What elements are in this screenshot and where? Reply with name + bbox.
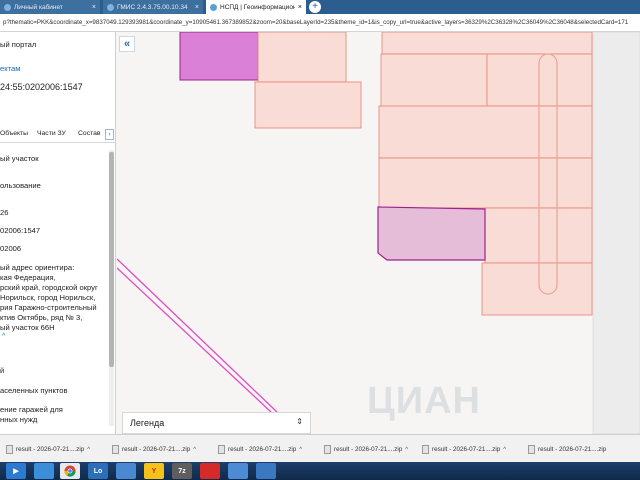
object-type-value: ый участок bbox=[0, 154, 39, 163]
tab-label: НСПД | Геоинформационный bbox=[220, 3, 295, 11]
yandex-browser-icon[interactable]: Y bbox=[144, 463, 164, 479]
chevron-up-icon[interactable]: ^ bbox=[87, 447, 90, 453]
zip-file-icon bbox=[422, 445, 429, 454]
collapse-address-chevron-icon[interactable]: ^ bbox=[2, 333, 5, 340]
map-parcel bbox=[481, 262, 593, 316]
download-filename: result - 2026-07-21....zip bbox=[122, 446, 191, 453]
tabs-scroll-right-button[interactable]: › bbox=[105, 129, 114, 140]
selected-parcel bbox=[377, 206, 486, 261]
map-parcel bbox=[378, 157, 593, 209]
download-filename: result - 2026-07-21....zip bbox=[16, 446, 85, 453]
map-parcel bbox=[380, 53, 488, 110]
app-icon[interactable] bbox=[34, 463, 54, 479]
pdf-reader-icon[interactable] bbox=[200, 463, 220, 479]
chevron-up-icon[interactable]: ^ bbox=[503, 447, 506, 453]
download-filename: result - 2026-07-21....zip bbox=[432, 446, 501, 453]
download-filename: result - 2026-07-21....zip bbox=[538, 446, 607, 453]
zip-file-icon bbox=[218, 445, 225, 454]
cadastral-map-layer[interactable] bbox=[117, 32, 640, 434]
panel-scrollbar[interactable] bbox=[109, 150, 114, 426]
taskbar: ▶ Lo Y 7z bbox=[0, 462, 640, 480]
permitted-use-line-2: нных нужд bbox=[0, 415, 38, 424]
cadastral-number-value: 02006:1547 bbox=[0, 226, 41, 235]
close-icon[interactable]: × bbox=[298, 4, 302, 11]
downloads-bar: result - 2026-07-21....zip ^ result - 20… bbox=[0, 434, 640, 462]
panel-tabs: Объекты Части ЗУ Состав › bbox=[0, 127, 115, 143]
browser-tab-strip: Личный кабинет × ГМИС 2.4.3.75.00.10.34 … bbox=[0, 0, 640, 14]
portal-title: ый портал bbox=[0, 40, 37, 49]
zip-file-icon bbox=[112, 445, 119, 454]
zip-file-icon bbox=[6, 445, 13, 454]
download-item[interactable]: result - 2026-07-21....zip ^ bbox=[218, 444, 302, 455]
address-line-4: Норильск, город Норильск, bbox=[0, 293, 96, 302]
cadastral-number: 24:55:0202006:1547 bbox=[0, 82, 83, 92]
download-filename: result - 2026-07-21....zip bbox=[334, 446, 403, 453]
close-icon[interactable]: × bbox=[195, 4, 199, 11]
download-item[interactable]: result - 2026-07-21....zip ^ bbox=[112, 444, 196, 455]
land-parcels bbox=[179, 32, 640, 316]
close-icon[interactable]: × bbox=[92, 4, 96, 11]
map-parcel bbox=[254, 81, 362, 129]
browser-tab-gmis[interactable]: ГМИС 2.4.3.75.00.10.34 × bbox=[103, 0, 203, 14]
map-parcel bbox=[257, 32, 347, 83]
collapse-panel-button[interactable]: « bbox=[119, 36, 135, 52]
download-item[interactable]: result - 2026-07-21....zip ^ bbox=[324, 444, 408, 455]
address-line-3: рский край, городской округ bbox=[0, 283, 98, 292]
tab-favicon-icon bbox=[210, 3, 217, 11]
watermark: ЦИАН bbox=[367, 380, 481, 422]
chevron-up-icon[interactable]: ^ bbox=[193, 447, 196, 453]
7zip-icon[interactable]: 7z bbox=[172, 463, 192, 479]
download-filename: result - 2026-07-21....zip bbox=[228, 446, 297, 453]
land-category-value: аселенных пунктов bbox=[0, 386, 68, 395]
chevron-up-icon[interactable]: ^ bbox=[405, 447, 408, 453]
map-view[interactable]: ЦИАН « Легенда ⇕ bbox=[117, 32, 640, 434]
address-line-6: ктив Октябрь, ряд № 3, bbox=[0, 313, 83, 322]
parcel-info-panel: ый портал ектам 24:55:0202006:1547 Объек… bbox=[0, 32, 116, 434]
start-button[interactable]: ▶ bbox=[6, 463, 26, 479]
map-parcel bbox=[378, 105, 593, 159]
browser-tab-nspd[interactable]: НСПД | Геоинформационный × bbox=[206, 0, 306, 14]
map-parcel bbox=[381, 32, 593, 55]
map-building bbox=[592, 32, 640, 434]
browser-tab-personal-account[interactable]: Личный кабинет × bbox=[0, 0, 100, 14]
date-value: 26 bbox=[0, 208, 9, 217]
map-parcel bbox=[179, 32, 259, 81]
back-to-objects-link[interactable]: ектам bbox=[0, 64, 20, 73]
chrome-logo-icon bbox=[64, 465, 76, 477]
permitted-use-line-1: ение гаражей для bbox=[0, 405, 63, 414]
address-line-5: рия Гаражно-строительный bbox=[0, 303, 97, 312]
download-item[interactable]: result - 2026-07-21....zip bbox=[528, 444, 606, 455]
download-item[interactable]: result - 2026-07-21....zip ^ bbox=[6, 444, 90, 455]
map-road bbox=[117, 258, 278, 413]
legend-label: Легенда bbox=[130, 418, 165, 428]
zip-file-icon bbox=[528, 445, 535, 454]
tab-label: Личный кабинет bbox=[14, 3, 63, 11]
address-line-2: кая Федерация, bbox=[0, 273, 56, 282]
libreoffice-icon[interactable]: Lo bbox=[88, 463, 108, 479]
tab-favicon-icon bbox=[4, 3, 11, 11]
legend-toggle-icon[interactable]: ⇕ bbox=[296, 417, 303, 426]
category-value: й bbox=[0, 366, 5, 375]
tab-objects[interactable]: Объекты bbox=[0, 130, 28, 137]
address-bar[interactable]: p?thematic=PKK&coordinate_x=9837049.1293… bbox=[0, 14, 640, 32]
app-icon[interactable] bbox=[256, 463, 276, 479]
zip-file-icon bbox=[324, 445, 331, 454]
download-item[interactable]: result - 2026-07-21....zip ^ bbox=[422, 444, 506, 455]
address-line-7: ый участок 66Н bbox=[0, 323, 55, 332]
tab-composition[interactable]: Состав bbox=[78, 130, 101, 137]
cadastral-quarter-value: 02006 bbox=[0, 244, 22, 253]
chevron-up-icon[interactable]: ^ bbox=[299, 447, 302, 453]
app-icon[interactable] bbox=[228, 463, 248, 479]
tab-label: ГМИС 2.4.3.75.00.10.34 bbox=[117, 3, 188, 11]
new-tab-button[interactable]: + bbox=[309, 1, 321, 13]
panel-scrollbar-thumb[interactable] bbox=[109, 152, 114, 367]
usage-type-value: ользование bbox=[0, 181, 41, 190]
address-line-1: ый адрес ориентира: bbox=[0, 263, 75, 272]
chrome-icon[interactable] bbox=[60, 463, 80, 479]
app-icon[interactable] bbox=[116, 463, 136, 479]
tab-parcel-parts[interactable]: Части ЗУ bbox=[37, 130, 66, 137]
tab-favicon-icon bbox=[107, 3, 114, 11]
legend-dropdown[interactable]: Легенда ⇕ bbox=[122, 412, 311, 434]
